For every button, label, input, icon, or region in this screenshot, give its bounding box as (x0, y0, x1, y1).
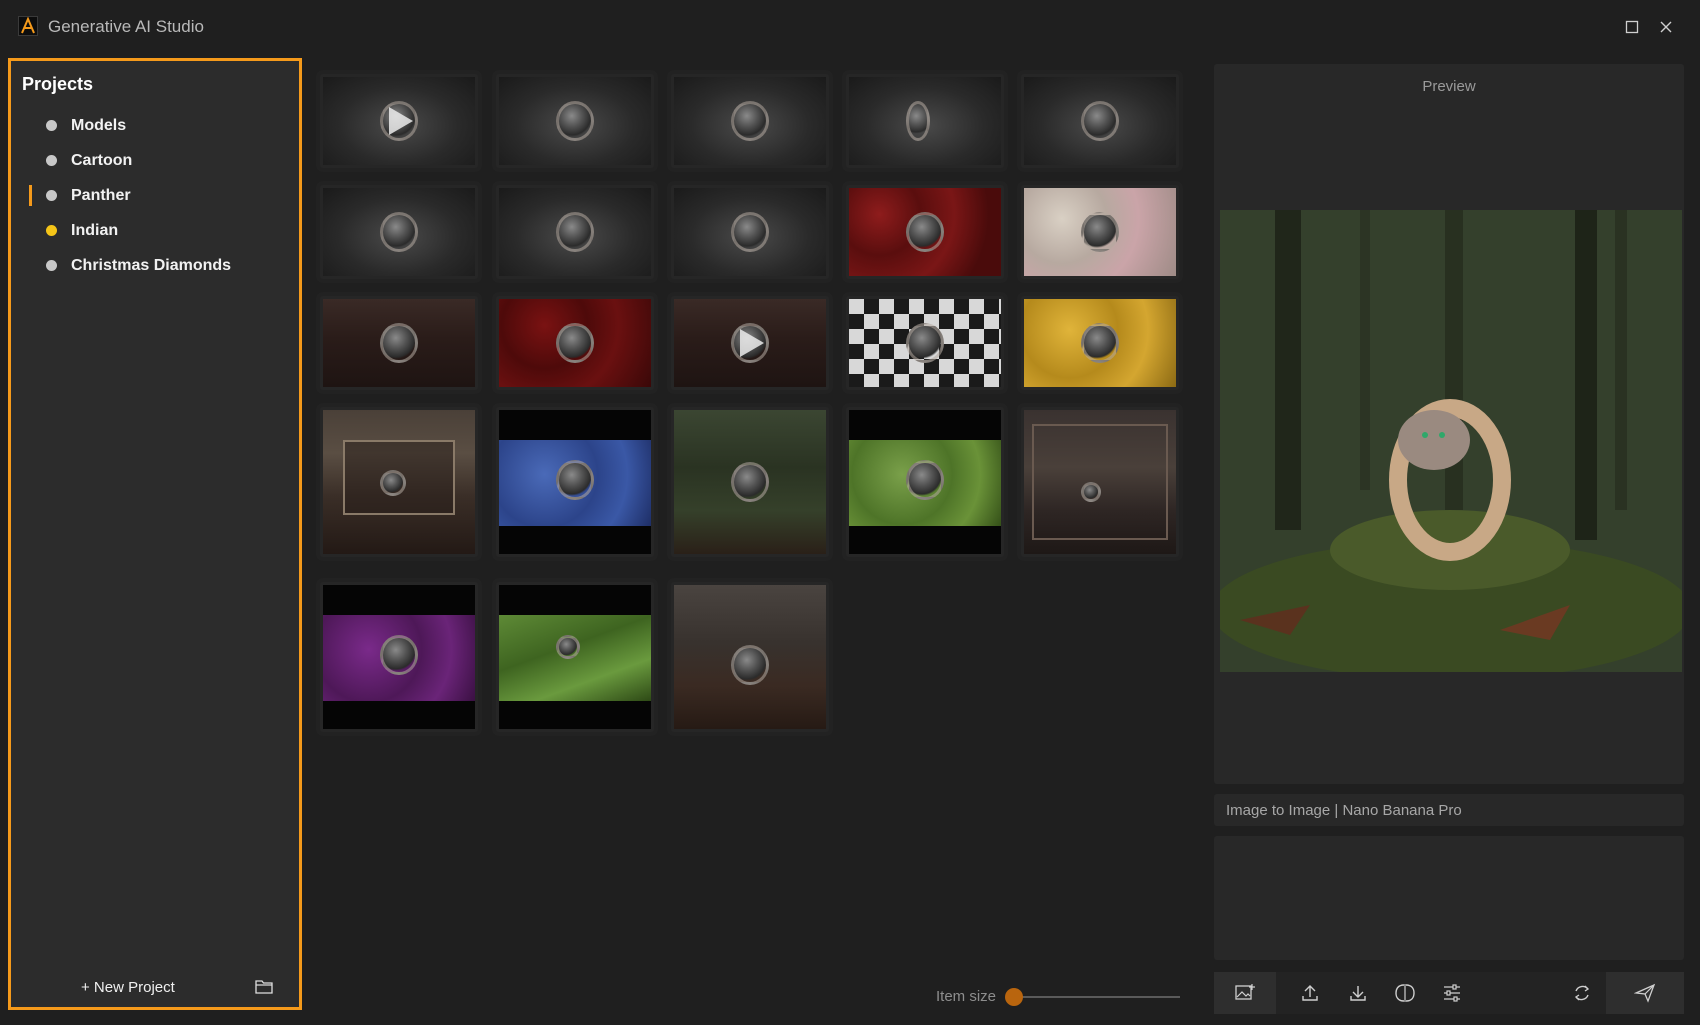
ring-image (556, 101, 594, 141)
gallery-thumbnail[interactable] (671, 74, 829, 168)
sidebar-item-models[interactable]: Models (11, 108, 299, 143)
action-toolbar (1214, 972, 1684, 1014)
status-dot (46, 155, 57, 166)
item-size-slider[interactable] (1015, 996, 1180, 998)
gallery-thumbnail[interactable] (496, 296, 654, 390)
ring-image (380, 212, 418, 252)
sidebar-item-label: Models (71, 117, 127, 134)
maximize-icon[interactable] (1619, 14, 1645, 40)
sidebar-item-label: Indian (71, 222, 119, 239)
ring-image (1081, 482, 1101, 502)
gallery-thumbnail[interactable] (320, 582, 478, 732)
ring-image (556, 460, 594, 500)
ring-image (1081, 212, 1119, 252)
send-icon[interactable] (1606, 972, 1684, 1014)
gallery-thumbnail[interactable] (496, 74, 654, 168)
ring-image (556, 212, 594, 252)
model-selector[interactable]: Image to Image | Nano Banana Pro (1214, 794, 1684, 826)
image-band (499, 615, 651, 701)
preview-label: Preview (1422, 78, 1476, 95)
gallery-thumbnail[interactable] (320, 407, 478, 557)
projects-sidebar: Projects Models Cartoon Panther Indian C… (8, 58, 302, 1010)
add-image-icon[interactable] (1214, 972, 1276, 1014)
ring-image (906, 323, 944, 363)
play-icon (389, 107, 413, 135)
project-list: Models Cartoon Panther Indian Christmas … (11, 108, 299, 283)
sidebar-item-indian[interactable]: Indian (11, 213, 299, 248)
play-icon (740, 329, 764, 357)
preview-panel: Preview (1214, 64, 1684, 784)
prompt-area (1214, 836, 1684, 960)
ring-image (731, 101, 769, 141)
gallery-thumbnail[interactable] (320, 296, 478, 390)
app-logo-icon (18, 16, 38, 36)
sidebar-item-panther[interactable]: Panther (11, 178, 299, 213)
status-dot (46, 225, 57, 236)
ring-image (1081, 101, 1119, 141)
item-size-label: Item size (936, 988, 997, 1005)
sidebar-footer: + New Project (11, 971, 299, 1007)
gallery-thumbnail[interactable] (320, 185, 478, 279)
ring-image (1081, 323, 1119, 363)
refresh-icon[interactable] (1558, 972, 1606, 1014)
upload-icon[interactable] (1286, 972, 1334, 1014)
gallery-thumbnail[interactable] (846, 185, 1004, 279)
ring-image (380, 635, 418, 675)
item-size-slider-handle[interactable] (1005, 988, 1023, 1006)
ring-image (731, 462, 769, 502)
ring-image (731, 212, 769, 252)
preview-image (1220, 210, 1682, 672)
folder-icon[interactable] (255, 979, 273, 999)
compare-icon[interactable] (1381, 972, 1429, 1014)
sidebar-title: Projects (22, 74, 94, 94)
status-dot (46, 260, 57, 271)
gallery-thumbnail[interactable] (496, 582, 654, 732)
close-icon[interactable] (1653, 14, 1679, 40)
ring-image (556, 323, 594, 363)
gallery-thumbnail[interactable] (320, 74, 478, 168)
display-case (1032, 424, 1168, 540)
gallery-thumbnail[interactable] (496, 185, 654, 279)
gallery-thumbnail[interactable] (671, 582, 829, 732)
ring-image (380, 323, 418, 363)
prompt-input[interactable] (1214, 836, 1684, 960)
ring-image (906, 101, 930, 141)
settings-sliders-icon[interactable] (1428, 972, 1476, 1014)
gallery-thumbnail[interactable] (496, 407, 654, 557)
title-bar: Generative AI Studio (0, 0, 1700, 54)
status-dot (46, 190, 57, 201)
sidebar-item-christmas-diamonds[interactable]: Christmas Diamonds (11, 248, 299, 283)
ring-image (380, 470, 406, 496)
gallery-thumbnail[interactable] (846, 74, 1004, 168)
sidebar-item-label: Panther (71, 187, 131, 204)
active-indicator (29, 185, 32, 206)
gallery-thumbnail[interactable] (1021, 296, 1179, 390)
gallery-thumbnail[interactable] (671, 296, 829, 390)
ring-image (731, 645, 769, 685)
image-gallery (318, 72, 1179, 772)
new-project-button[interactable]: + New Project (81, 979, 175, 996)
gallery-thumbnail[interactable] (671, 407, 829, 557)
gallery-thumbnail[interactable] (671, 185, 829, 279)
app-title: Generative AI Studio (48, 17, 204, 36)
gallery-thumbnail[interactable] (1021, 407, 1179, 557)
status-dot (46, 120, 57, 131)
gallery-thumbnail[interactable] (846, 407, 1004, 557)
gallery-thumbnail[interactable] (1021, 74, 1179, 168)
ring-image (556, 635, 580, 659)
ring-image (906, 460, 944, 500)
download-icon[interactable] (1334, 972, 1382, 1014)
sidebar-item-label: Christmas Diamonds (71, 257, 232, 274)
gallery-thumbnail[interactable] (1021, 185, 1179, 279)
sidebar-item-cartoon[interactable]: Cartoon (11, 143, 299, 178)
ring-image (906, 212, 944, 252)
model-selector-text: Image to Image | Nano Banana Pro (1226, 802, 1462, 819)
sidebar-item-label: Cartoon (71, 152, 133, 169)
gallery-thumbnail[interactable] (846, 296, 1004, 390)
